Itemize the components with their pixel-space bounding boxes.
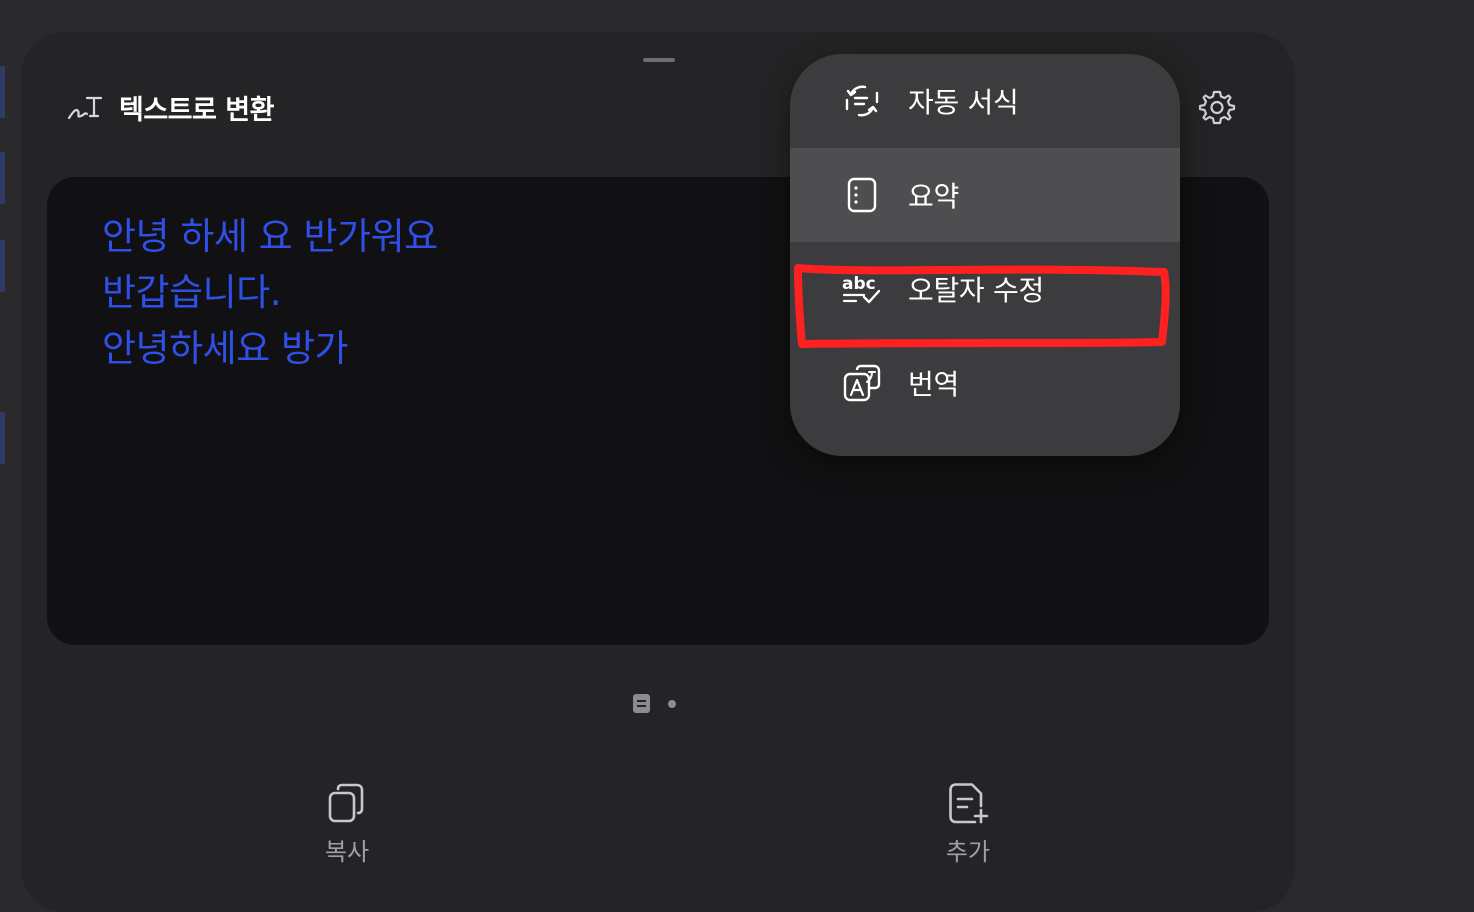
background-mark — [0, 66, 5, 118]
recognized-line[interactable]: 안녕하세요 방가 — [102, 321, 438, 377]
background-mark — [0, 152, 5, 204]
auto-format-icon — [842, 81, 882, 121]
background-mark — [0, 240, 5, 292]
summary-icon — [842, 175, 882, 215]
menu-item-label: 요약 — [908, 180, 959, 213]
sheet-title: 텍스트로 변환 — [119, 94, 274, 126]
svg-text:abc: abc — [842, 274, 876, 294]
page-indicator — [633, 694, 676, 713]
recognized-line[interactable]: 반갑습니다. — [102, 265, 438, 321]
copy-label: 복사 — [324, 838, 370, 866]
add-button[interactable]: 추가 — [908, 782, 1028, 867]
sheet-header: 텍스트로 변환 — [67, 88, 274, 126]
menu-item-label: 자동 서식 — [908, 86, 1019, 119]
menu-item-spell-check[interactable]: abc 오탈자 수정 — [790, 242, 1180, 336]
copy-icon — [328, 783, 364, 823]
translate-icon — [842, 363, 882, 403]
add-label: 추가 — [945, 838, 991, 866]
recognized-line[interactable]: 안녕 하세 요 반가워요 — [102, 209, 438, 265]
spell-check-icon: abc — [842, 269, 882, 309]
menu-item-auto-format[interactable]: 자동 서식 — [790, 54, 1180, 148]
page-dot-icon[interactable] — [668, 699, 676, 708]
menu-item-label: 오탈자 수정 — [908, 274, 1044, 307]
add-note-icon — [949, 783, 989, 824]
recognized-text-lines: 안녕 하세 요 반가워요 반갑습니다. 안녕하세요 방가 — [102, 209, 438, 377]
menu-item-translate[interactable]: 번역 — [790, 336, 1180, 430]
handwriting-to-text-icon — [67, 96, 103, 120]
menu-item-summary[interactable]: 요약 — [790, 148, 1180, 242]
document-page-icon[interactable] — [633, 694, 650, 713]
ai-options-menu: 자동 서식 요약 abc 오탈자 수정 번역 — [790, 54, 1180, 456]
background-mark — [0, 412, 5, 464]
copy-button[interactable]: 복사 — [287, 782, 407, 867]
menu-item-label: 번역 — [908, 368, 959, 401]
drag-handle[interactable] — [643, 58, 675, 62]
gear-icon — [1198, 90, 1236, 125]
settings-button[interactable] — [1196, 86, 1238, 128]
